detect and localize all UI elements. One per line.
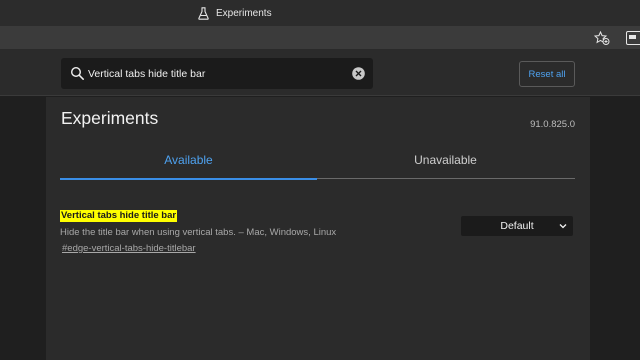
flask-icon — [198, 6, 209, 20]
active-tab[interactable]: Experiments — [198, 5, 272, 21]
tab-title: Experiments — [216, 7, 272, 19]
clear-icon[interactable] — [352, 67, 365, 80]
chevron-down-icon — [559, 224, 567, 229]
experiment-link[interactable]: #edge-vertical-tabs-hide-titlebar — [60, 243, 196, 254]
experiment-state-select[interactable]: Default — [461, 216, 573, 236]
tab-available[interactable]: Available — [60, 141, 317, 180]
sidebar-toggle-icon[interactable] — [626, 31, 640, 45]
search-input[interactable] — [88, 64, 338, 83]
tab-strip: Available Unavailable — [60, 141, 575, 180]
title-bar: Experiments — [0, 0, 640, 26]
page-title: Experiments — [61, 108, 159, 128]
tab-unavailable[interactable]: Unavailable — [317, 141, 574, 179]
address-bar-row — [0, 26, 640, 50]
experiment-name: Vertical tabs hide title bar — [60, 210, 178, 222]
search-box[interactable] — [61, 58, 373, 89]
reset-all-button[interactable]: Reset all — [519, 61, 575, 87]
select-value: Default — [500, 220, 534, 232]
experiments-panel: Experiments 91.0.825.0 Available Unavail… — [46, 97, 590, 360]
add-favorite-icon[interactable] — [594, 31, 610, 45]
search-icon — [70, 66, 84, 80]
version-label: 91.0.825.0 — [530, 119, 575, 130]
experiments-header: Reset all — [0, 50, 640, 96]
